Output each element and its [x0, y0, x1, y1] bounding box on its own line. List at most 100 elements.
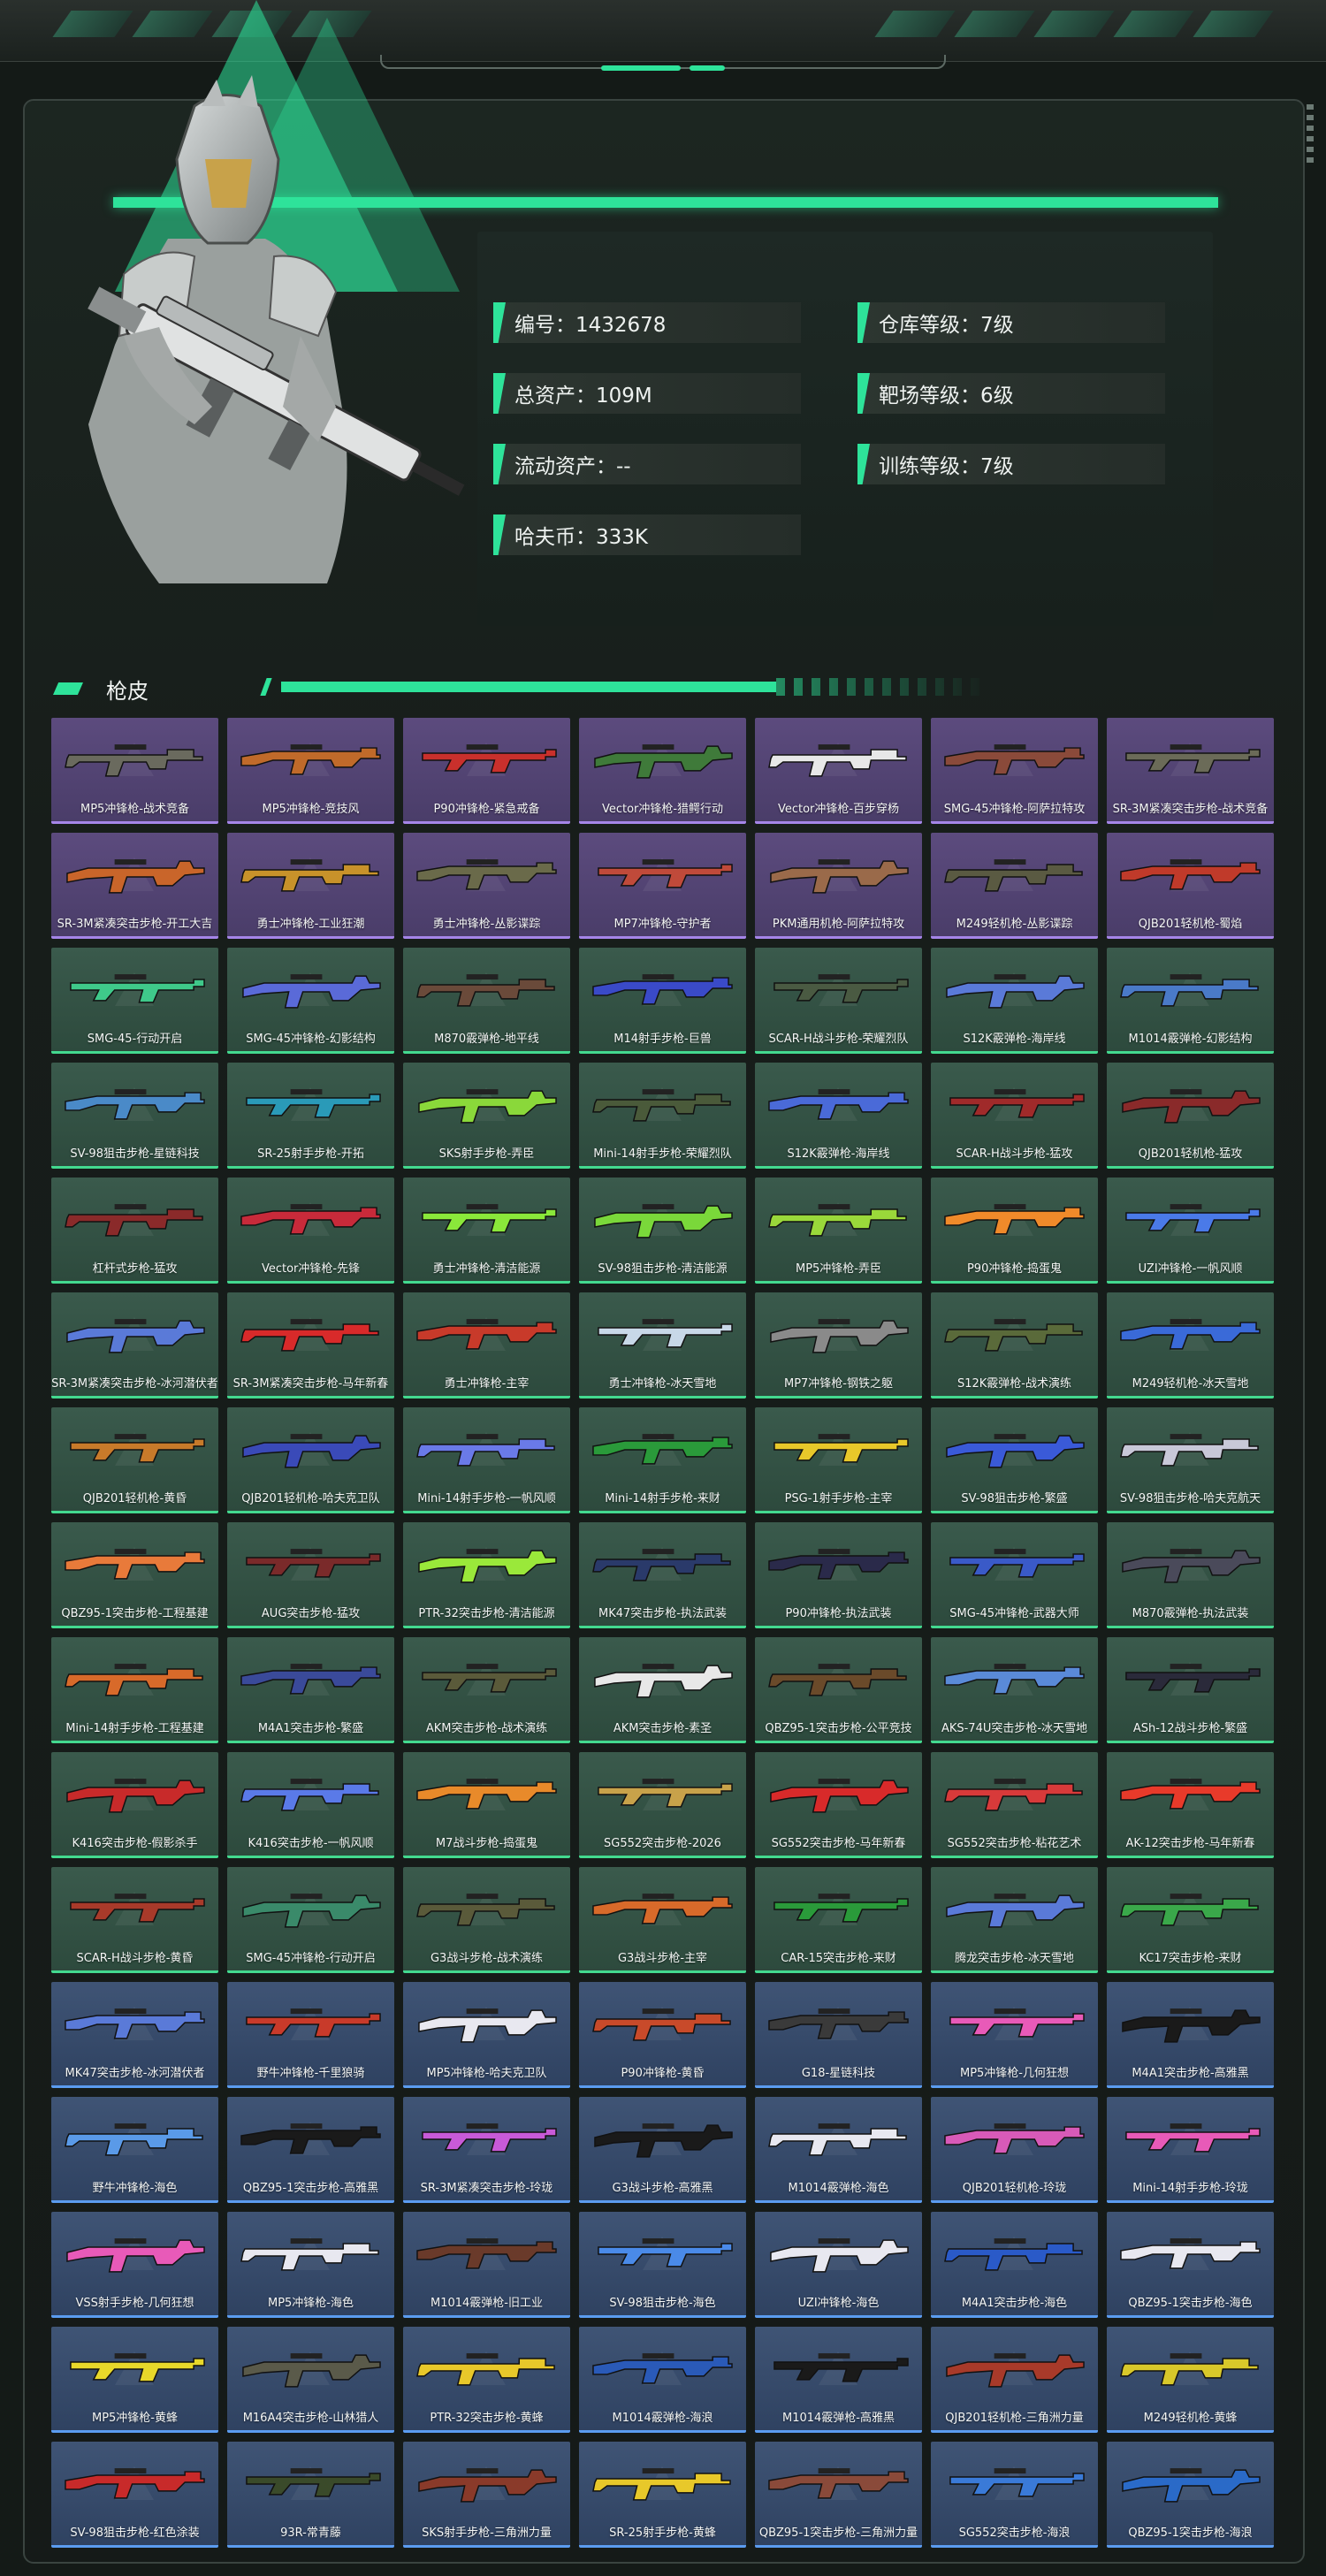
skin-card[interactable]: Mini-14射手步枪-一帆风顺 [403, 1407, 570, 1513]
skin-card[interactable]: 野牛冲锋枪-海色 [51, 2097, 218, 2203]
skin-card[interactable]: AKM突击步枪-素圣 [579, 1637, 746, 1743]
skin-card[interactable]: M870霰弹枪-执法武装 [1107, 1522, 1274, 1628]
skin-card[interactable]: M870霰弹枪-地平线 [403, 948, 570, 1054]
skin-card[interactable]: MP5冲锋枪-战术竞备 [51, 718, 218, 824]
skin-card[interactable]: MP7冲锋枪-钢铁之躯 [755, 1292, 922, 1399]
skin-card[interactable]: MK47突击步枪-冰河潜伏者 [51, 1982, 218, 2088]
skin-card[interactable]: 93R-常青藤 [227, 2442, 394, 2548]
skin-card[interactable]: 勇士冲锋枪-清洁能源 [403, 1177, 570, 1284]
skin-card[interactable]: SMG-45-行动开启 [51, 948, 218, 1054]
skin-card[interactable]: SV-98狙击步枪-海色 [579, 2212, 746, 2318]
skin-card[interactable]: SV-98狙击步枪-哈夫克航天 [1107, 1407, 1274, 1513]
skin-card[interactable]: SV-98狙击步枪-清洁能源 [579, 1177, 746, 1284]
skin-card[interactable]: M4A1突击步枪-繁盛 [227, 1637, 394, 1743]
skin-card[interactable]: KC17突击步枪-来财 [1107, 1867, 1274, 1973]
skin-card[interactable]: Vector冲锋枪-百步穿杨 [755, 718, 922, 824]
skin-card[interactable]: 勇士冲锋枪-工业狂潮 [227, 833, 394, 939]
skin-card[interactable]: 勇士冲锋枪-冰天雪地 [579, 1292, 746, 1399]
skin-card[interactable]: K416突击步枪-一帆风顺 [227, 1752, 394, 1858]
skin-card[interactable]: M1014霰弹枪-幻影结构 [1107, 948, 1274, 1054]
skin-card[interactable]: Mini-14射手步枪-工程基建 [51, 1637, 218, 1743]
skin-card[interactable]: SG552突击步枪-马年新春 [755, 1752, 922, 1858]
skin-card[interactable]: S12K霰弹枪-海岸线 [931, 948, 1098, 1054]
skin-card[interactable]: M249轻机枪-黄蜂 [1107, 2327, 1274, 2433]
skin-card[interactable]: P90冲锋枪-捣蛋鬼 [931, 1177, 1098, 1284]
skin-card[interactable]: SG552突击步枪-2026 [579, 1752, 746, 1858]
skin-card[interactable]: M16A4突击步枪-山林猎人 [227, 2327, 394, 2433]
skin-card[interactable]: M7战斗步枪-捣蛋鬼 [403, 1752, 570, 1858]
skin-card[interactable]: S12K霰弹枪-海岸线 [755, 1063, 922, 1169]
skin-card[interactable]: 杠杆式步枪-猛攻 [51, 1177, 218, 1284]
skin-card[interactable]: M1014霰弹枪-海浪 [579, 2327, 746, 2433]
skin-card[interactable]: S12K霰弹枪-战术演练 [931, 1292, 1098, 1399]
skin-card[interactable]: SR-25射手步枪-开拓 [227, 1063, 394, 1169]
skin-card[interactable]: SMG-45冲锋枪-行动开启 [227, 1867, 394, 1973]
skin-card[interactable]: SR-25射手步枪-黄蜂 [579, 2442, 746, 2548]
skin-card[interactable]: SMG-45冲锋枪-幻影结构 [227, 948, 394, 1054]
skin-card[interactable]: Mini-14射手步枪-来财 [579, 1407, 746, 1513]
skin-card[interactable]: P90冲锋枪-紧急戒备 [403, 718, 570, 824]
skin-card[interactable]: Vector冲锋枪-先锋 [227, 1177, 394, 1284]
skin-card[interactable]: AK-12突击步枪-马年新春 [1107, 1752, 1274, 1858]
skin-card[interactable]: SR-3M紧凑突击步枪-开工大吉 [51, 833, 218, 939]
skin-card[interactable]: QBZ95-1突击步枪-工程基建 [51, 1522, 218, 1628]
skin-card[interactable]: QBZ95-1突击步枪-高雅黑 [227, 2097, 394, 2203]
skin-card[interactable]: SCAR-H战斗步枪-猛攻 [931, 1063, 1098, 1169]
skin-card[interactable]: AUG突击步枪-猛攻 [227, 1522, 394, 1628]
skin-card[interactable]: PSG-1射手步枪-主宰 [755, 1407, 922, 1513]
skin-card[interactable]: SG552突击步枪-海浪 [931, 2442, 1098, 2548]
skin-card[interactable]: M249轻机枪-丛影谍踪 [931, 833, 1098, 939]
skin-card[interactable]: G3战斗步枪-高雅黑 [579, 2097, 746, 2203]
skin-card[interactable]: MK47突击步枪-执法武装 [579, 1522, 746, 1628]
skin-card[interactable]: QBZ95-1突击步枪-海色 [1107, 2212, 1274, 2318]
skin-card[interactable]: QJB201轻机枪-玲珑 [931, 2097, 1098, 2203]
skin-card[interactable]: AKM突击步枪-战术演练 [403, 1637, 570, 1743]
skin-card[interactable]: M1014霰弹枪-海色 [755, 2097, 922, 2203]
skin-card[interactable]: Vector冲锋枪-猎鳄行动 [579, 718, 746, 824]
skin-card[interactable]: MP5冲锋枪-弄臣 [755, 1177, 922, 1284]
skin-card[interactable]: G18-星链科技 [755, 1982, 922, 2088]
skin-card[interactable]: MP5冲锋枪-哈夫克卫队 [403, 1982, 570, 2088]
skin-card[interactable]: MP5冲锋枪-几何狂想 [931, 1982, 1098, 2088]
skin-card[interactable]: UZI冲锋枪-一帆风顺 [1107, 1177, 1274, 1284]
skin-card[interactable]: SKS射手步枪-三角洲力量 [403, 2442, 570, 2548]
skin-card[interactable]: QBZ95-1突击步枪-海浪 [1107, 2442, 1274, 2548]
skin-card[interactable]: AKS-74U突击步枪-冰天雪地 [931, 1637, 1098, 1743]
skin-card[interactable]: 勇士冲锋枪-主宰 [403, 1292, 570, 1399]
skin-card[interactable]: QJB201轻机枪-三角洲力量 [931, 2327, 1098, 2433]
skin-card[interactable]: Mini-14射手步枪-荣耀烈队 [579, 1063, 746, 1169]
skin-card[interactable]: SMG-45冲锋枪-阿萨拉特攻 [931, 718, 1098, 824]
skin-card[interactable]: G3战斗步枪-主宰 [579, 1867, 746, 1973]
skin-card[interactable]: M1014霰弹枪-旧工业 [403, 2212, 570, 2318]
skin-card[interactable]: SG552突击步枪-粘花艺术 [931, 1752, 1098, 1858]
skin-card[interactable]: SR-3M紧凑突击步枪-马年新春 [227, 1292, 394, 1399]
skin-card[interactable]: PTR-32突击步枪-清洁能源 [403, 1522, 570, 1628]
skin-card[interactable]: M1014霰弹枪-高雅黑 [755, 2327, 922, 2433]
skin-card[interactable]: M14射手步枪-巨兽 [579, 948, 746, 1054]
skin-card[interactable]: QJB201轻机枪-黄昏 [51, 1407, 218, 1513]
skin-card[interactable]: SV-98狙击步枪-红色涂装 [51, 2442, 218, 2548]
skin-card[interactable]: 腾龙突击步枪-冰天雪地 [931, 1867, 1098, 1973]
skin-card[interactable]: PKM通用机枪-阿萨拉特攻 [755, 833, 922, 939]
skin-card[interactable]: SR-3M紧凑突击步枪-玲珑 [403, 2097, 570, 2203]
skin-card[interactable]: SV-98狙击步枪-星链科技 [51, 1063, 218, 1169]
skin-card[interactable]: VSS射手步枪-几何狂想 [51, 2212, 218, 2318]
skin-card[interactable]: M249轻机枪-冰天雪地 [1107, 1292, 1274, 1399]
skin-card[interactable]: SMG-45冲锋枪-武器大师 [931, 1522, 1098, 1628]
skin-card[interactable]: QBZ95-1突击步枪-三角洲力量 [755, 2442, 922, 2548]
skin-card[interactable]: P90冲锋枪-执法武装 [755, 1522, 922, 1628]
skin-card[interactable]: ASh-12战斗步枪-繁盛 [1107, 1637, 1274, 1743]
skin-card[interactable]: MP7冲锋枪-守护者 [579, 833, 746, 939]
skin-card[interactable]: G3战斗步枪-战术演练 [403, 1867, 570, 1973]
skin-card[interactable]: QJB201轻机枪-蜀焰 [1107, 833, 1274, 939]
skin-card[interactable]: 野牛冲锋枪-千里狼骑 [227, 1982, 394, 2088]
skin-card[interactable]: K416突击步枪-假影杀手 [51, 1752, 218, 1858]
skin-card[interactable]: MP5冲锋枪-海色 [227, 2212, 394, 2318]
skin-card[interactable]: MP5冲锋枪-竞技风 [227, 718, 394, 824]
skin-card[interactable]: SCAR-H战斗步枪-黄昏 [51, 1867, 218, 1973]
skin-card[interactable]: P90冲锋枪-黄昏 [579, 1982, 746, 2088]
skin-card[interactable]: SR-3M紧凑突击步枪-战术竞备 [1107, 718, 1274, 824]
skin-card[interactable]: MP5冲锋枪-黄蜂 [51, 2327, 218, 2433]
skin-card[interactable]: SKS射手步枪-弄臣 [403, 1063, 570, 1169]
skin-card[interactable]: PTR-32突击步枪-黄蜂 [403, 2327, 570, 2433]
